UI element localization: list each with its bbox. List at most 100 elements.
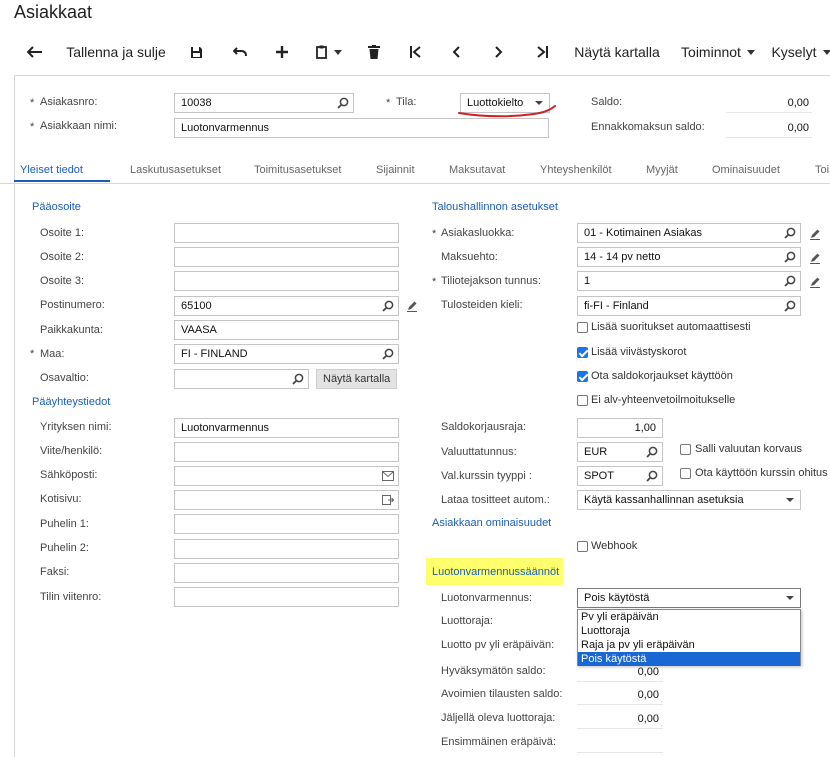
email-input[interactable] <box>174 466 399 486</box>
load-documents-select[interactable]: Käytä kassanhallinnan asetuksia <box>577 490 801 510</box>
city-label: Paikkakunta: <box>40 324 103 336</box>
trash-icon <box>368 45 380 59</box>
credit-verification-select[interactable]: Pois käytöstä <box>577 588 801 608</box>
rate-override-checkbox[interactable] <box>680 468 691 479</box>
customer-class-input[interactable]: 01 - Kotimainen Asiakas <box>577 223 801 243</box>
undo-button[interactable] <box>228 32 252 72</box>
tab-billing[interactable]: Laskutusasetukset <box>130 164 221 176</box>
currency-input[interactable]: EUR <box>577 442 663 462</box>
chevron-down-icon <box>822 49 830 55</box>
account-ref-label: Tilin viitenro: <box>40 591 102 603</box>
company-input[interactable]: Luotonvarmennus <box>174 418 399 438</box>
previous-record-button[interactable] <box>444 32 468 72</box>
back-button[interactable] <box>22 32 48 72</box>
tab-more[interactable]: Toi <box>815 164 829 176</box>
currency-override-checkbox[interactable] <box>680 444 691 455</box>
exclude-vat-summary-checkbox[interactable] <box>577 395 588 406</box>
customer-attributes-heading: Asiakkaan ominaisuudet <box>432 517 552 529</box>
add-button[interactable] <box>270 32 294 72</box>
chevron-right-icon <box>495 46 503 58</box>
plus-icon <box>276 46 288 58</box>
edit-icon[interactable] <box>809 228 821 240</box>
webhook-checkbox[interactable] <box>577 541 588 552</box>
writeoff-limit-input[interactable]: 1,00 <box>577 418 663 438</box>
show-map-button[interactable]: Näytä kartalla <box>574 32 660 72</box>
chevron-left-icon <box>452 46 460 58</box>
overdue-charges-checkbox[interactable] <box>577 347 588 358</box>
edit-icon[interactable] <box>406 300 418 312</box>
country-input[interactable]: FI - FINLAND <box>174 344 399 364</box>
tab-attributes[interactable]: Ominaisuudet <box>712 164 780 176</box>
arrow-left-icon <box>27 46 42 58</box>
clipboard-icon <box>316 45 327 59</box>
customer-name-value: Luotonvarmennus <box>181 122 270 134</box>
postal-label: Postinumero: <box>40 299 105 311</box>
web-input[interactable] <box>174 490 399 510</box>
actions-menu[interactable]: Toiminnot <box>680 32 756 72</box>
required-marker: * <box>30 348 35 360</box>
dropdown-option[interactable]: Pv yli eräpäivän <box>578 610 800 624</box>
prepay-value: 0,00 <box>787 122 809 134</box>
red-annotation-stroke <box>458 105 556 118</box>
status-label: Tila: <box>396 96 417 108</box>
customer-no-input[interactable]: 10038 <box>174 93 354 113</box>
required-marker: * <box>432 276 437 288</box>
statement-cycle-input[interactable]: 1 <box>577 271 801 291</box>
edit-icon[interactable] <box>809 252 821 264</box>
tab-contacts[interactable]: Yhteyshenkilöt <box>540 164 612 176</box>
copy-paste-button[interactable] <box>312 32 346 72</box>
enable-writeoffs-checkbox[interactable] <box>577 371 588 382</box>
phone2-input[interactable] <box>174 539 399 559</box>
state-input[interactable] <box>174 369 309 389</box>
address2-input[interactable] <box>174 247 399 267</box>
required-marker: * <box>30 97 35 109</box>
delete-button[interactable] <box>362 32 386 72</box>
fax-input[interactable] <box>174 563 399 583</box>
print-language-input[interactable]: fi-FI - Finland <box>577 296 801 316</box>
address3-input[interactable] <box>174 271 399 291</box>
city-input[interactable]: VAASA <box>174 320 399 340</box>
search-icon <box>784 275 796 287</box>
city-value: VAASA <box>181 324 217 336</box>
inquiries-menu[interactable]: Kyselyt <box>770 32 830 72</box>
tab-locations[interactable]: Sijainnit <box>376 164 415 176</box>
last-record-button[interactable] <box>530 32 554 72</box>
address1-input[interactable] <box>174 223 399 243</box>
tab-shipping[interactable]: Toimitusasetukset <box>254 164 341 176</box>
inquiries-label: Kyselyt <box>771 44 817 60</box>
overdue-charges-label: Lisää viivästyskorot <box>591 346 687 358</box>
customer-no-value: 10038 <box>181 97 212 109</box>
next-record-button[interactable] <box>487 32 511 72</box>
currency-label: Valuuttatunnus: <box>441 446 517 458</box>
search-icon <box>646 446 658 458</box>
phone1-label: Puhelin 1: <box>40 518 89 530</box>
tab-payment-methods[interactable]: Maksutavat <box>449 164 505 176</box>
dropdown-option[interactable]: Raja ja pv yli eräpäivän <box>578 638 800 652</box>
required-marker: * <box>386 97 391 109</box>
dropdown-option[interactable]: Luottoraja <box>578 624 800 638</box>
show-map-address-button[interactable]: Näytä kartalla <box>316 369 398 389</box>
tab-general[interactable]: Yleiset tiedot <box>20 164 83 176</box>
edit-icon[interactable] <box>809 276 821 288</box>
credit-days-label: Luotto pv yli eräpäivän: <box>441 639 555 651</box>
balance-label: Saldo: <box>591 96 623 108</box>
divider <box>726 137 812 138</box>
tab-salespersons[interactable]: Myyjät <box>646 164 678 176</box>
customer-name-input[interactable]: Luotonvarmennus <box>174 118 549 138</box>
rate-type-input[interactable]: SPOT <box>577 466 663 486</box>
undo-icon <box>233 47 247 57</box>
apply-payments-checkbox[interactable] <box>577 322 588 333</box>
credit-limit-label: Luottoraja: <box>441 615 493 627</box>
first-record-button[interactable] <box>404 32 428 72</box>
enable-writeoffs-label: Ota saldokorjaukset käyttöön <box>591 370 733 382</box>
attention-input[interactable] <box>174 442 399 462</box>
terms-input[interactable]: 14 - 14 pv netto <box>577 247 801 267</box>
dropdown-option-selected[interactable]: Pois käytöstä <box>578 652 800 666</box>
postal-input[interactable]: 65100 <box>174 296 399 316</box>
save-button[interactable] <box>184 32 208 72</box>
first-icon <box>410 46 421 58</box>
account-ref-input[interactable] <box>174 587 399 607</box>
phone1-input[interactable] <box>174 514 399 534</box>
save-close-button[interactable]: Tallenna ja sulje <box>66 32 166 72</box>
open-orders-value: 0,00 <box>637 689 659 701</box>
